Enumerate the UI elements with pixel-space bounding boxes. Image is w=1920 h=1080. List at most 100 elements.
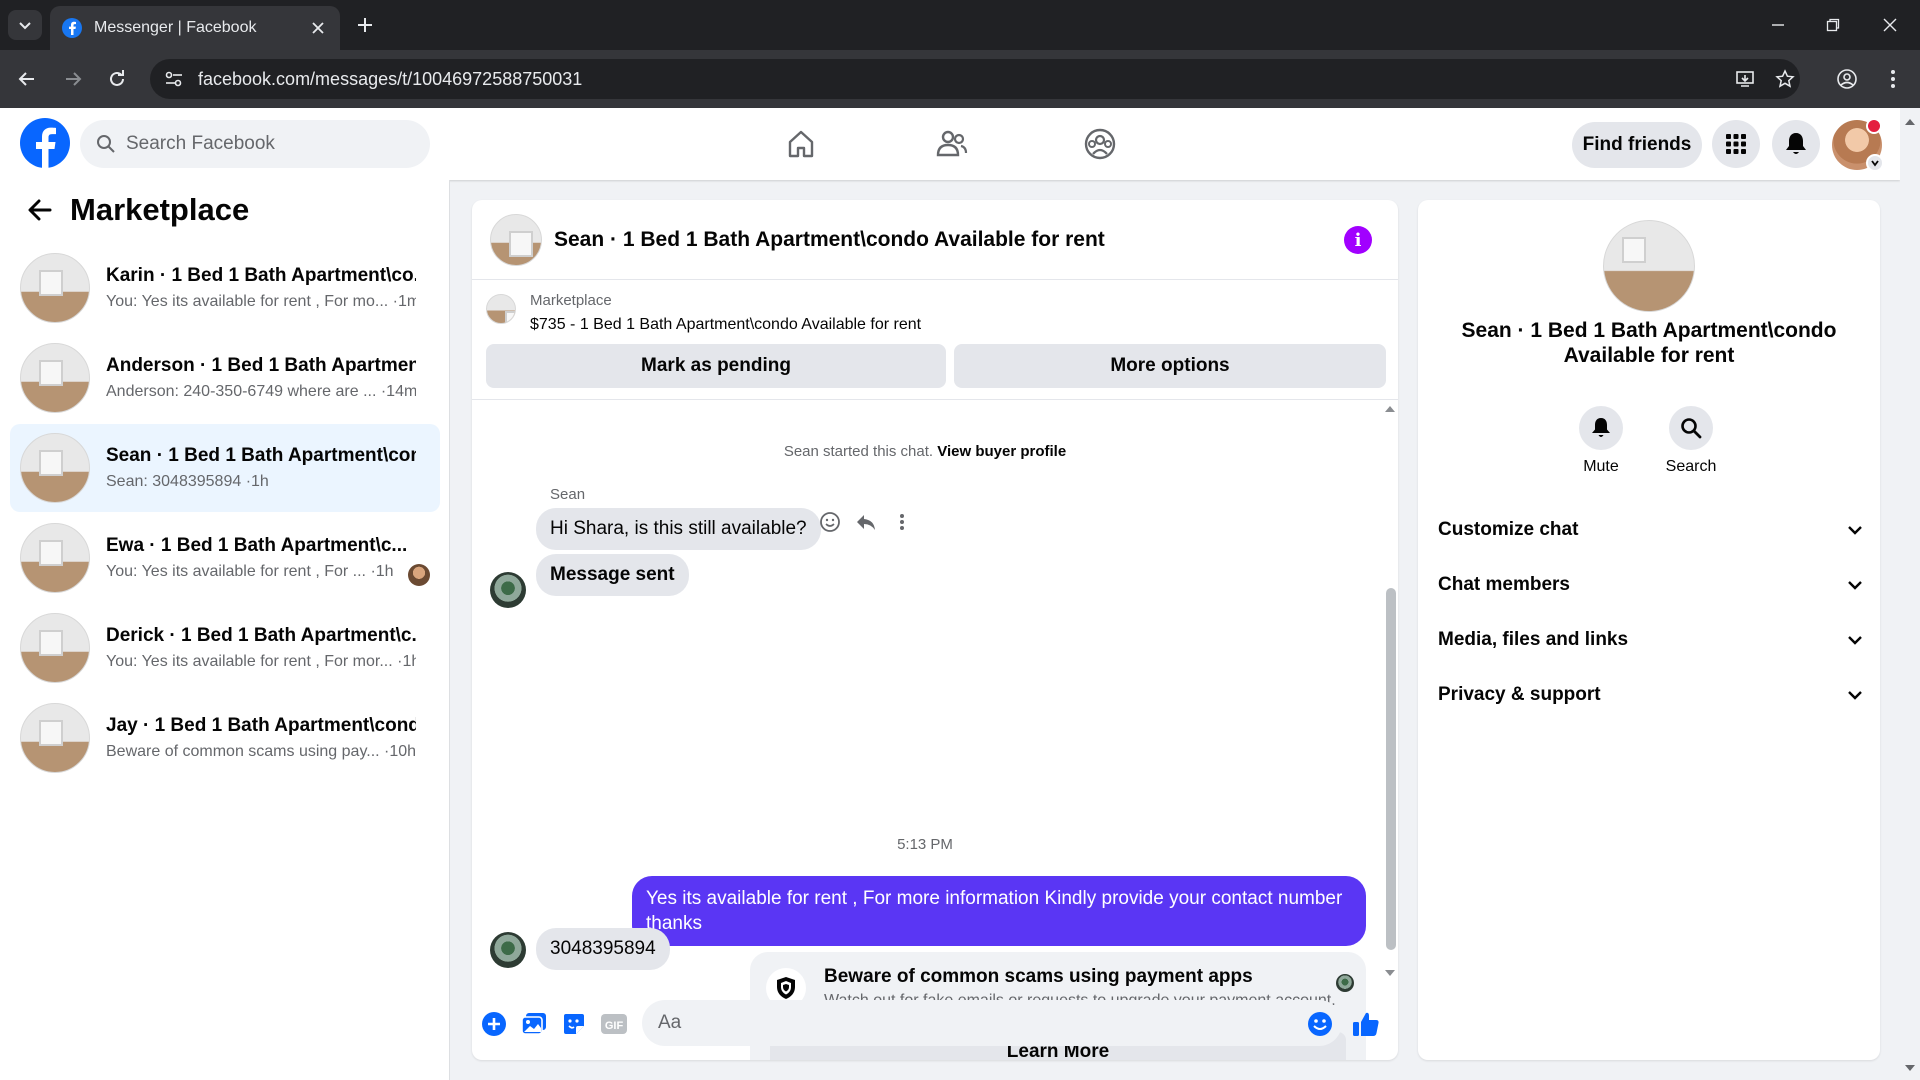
- section-customize-chat[interactable]: Customize chat: [1428, 505, 1870, 555]
- search-icon: [97, 135, 115, 153]
- browser-menu-icon[interactable]: [1878, 59, 1908, 99]
- notification-dot: [1866, 118, 1882, 134]
- reply-icon[interactable]: [854, 510, 878, 534]
- emoji-icon[interactable]: [1306, 1010, 1334, 1038]
- conversation-item[interactable]: Jay · 1 Bed 1 Bath Apartment\cond... Bew…: [10, 694, 440, 782]
- sender-avatar[interactable]: [490, 932, 526, 968]
- listing-title[interactable]: $735 - 1 Bed 1 Bath Apartment\condo Avai…: [530, 316, 921, 334]
- site-settings-icon[interactable]: [164, 70, 184, 88]
- new-tab-button[interactable]: [352, 12, 378, 38]
- forward-button[interactable]: [58, 64, 88, 94]
- incoming-message[interactable]: 3048395894: [536, 928, 670, 970]
- sidebar-title: Marketplace: [70, 192, 250, 227]
- minimize-button[interactable]: [1758, 8, 1798, 42]
- section-chat-members[interactable]: Chat members: [1428, 560, 1870, 610]
- arrow-left-icon: [28, 199, 52, 221]
- home-nav-icon[interactable]: [779, 122, 823, 166]
- info-icon[interactable]: i: [1344, 226, 1372, 254]
- reload-icon: [110, 70, 124, 86]
- conversation-name: Derick · 1 Bed 1 Bath Apartment\c...: [106, 625, 416, 646]
- tab-title: Messenger | Facebook: [94, 19, 257, 36]
- incoming-message[interactable]: Message sent: [536, 554, 689, 596]
- message-scrollbar[interactable]: [1382, 400, 1398, 990]
- photo-icon[interactable]: [520, 1010, 548, 1038]
- gif-icon[interactable]: GIF: [600, 1010, 628, 1038]
- chat-thumbnail: [1603, 220, 1695, 312]
- back-button[interactable]: [12, 64, 42, 94]
- chat-thumbnail[interactable]: [490, 213, 542, 266]
- outgoing-message[interactable]: Yes its available for rent , For more in…: [632, 876, 1366, 946]
- scroll-down-arrow-icon[interactable]: [1382, 966, 1398, 980]
- chat-started-text: Sean started this chat.: [783, 443, 934, 460]
- back-button[interactable]: [20, 190, 60, 230]
- close-icon[interactable]: [308, 18, 328, 38]
- friends-nav-icon[interactable]: [930, 122, 974, 166]
- search-icon[interactable]: [1669, 406, 1713, 450]
- conversation-item[interactable]: Derick · 1 Bed 1 Bath Apartment\c... You…: [10, 604, 440, 692]
- section-privacy-support[interactable]: Privacy & support: [1428, 670, 1870, 720]
- incoming-message[interactable]: Hi Shara, is this still available?: [536, 508, 821, 550]
- find-friends-button[interactable]: Find friends: [1572, 122, 1702, 168]
- conversation-name: Jay · 1 Bed 1 Bath Apartment\cond...: [106, 715, 416, 736]
- browser-tab-bar: Messenger | Facebook: [0, 0, 1920, 50]
- conversation-snippet: You: Yes its available for rent , For mo…: [106, 653, 416, 670]
- restore-button[interactable]: [1813, 8, 1853, 42]
- scrollbar-thumb[interactable]: [1386, 588, 1396, 950]
- conversation-item-active[interactable]: Sean · 1 Bed 1 Bath Apartment\con... Sea…: [10, 424, 440, 512]
- browser-profile-icon[interactable]: [1832, 59, 1862, 99]
- url-text: facebook.com/messages/t/1004697258875003…: [198, 68, 583, 89]
- bookmark-star-icon[interactable]: [1770, 59, 1800, 99]
- conversation-item[interactable]: Anderson · 1 Bed 1 Bath Apartmen... Ande…: [10, 334, 440, 422]
- listing-thumbnail: [20, 523, 90, 593]
- scroll-down-arrow-icon[interactable]: [1900, 1058, 1920, 1078]
- conversation-name: Anderson · 1 Bed 1 Bath Apartmen...: [106, 355, 416, 376]
- mark-as-pending-button[interactable]: Mark as pending: [486, 344, 946, 388]
- arrow-right-icon: [66, 72, 82, 86]
- bell-icon[interactable]: [1579, 406, 1623, 450]
- section-label: Privacy & support: [1438, 684, 1601, 705]
- view-buyer-profile-link[interactable]: View buyer profile: [937, 443, 1066, 460]
- chat-title[interactable]: Sean · 1 Bed 1 Bath Apartment\condo Avai…: [554, 228, 1105, 252]
- facebook-logo-icon[interactable]: [20, 118, 70, 168]
- message-composer: GIF: [472, 990, 1398, 1060]
- info-chat-name: Sean · 1 Bed 1 Bath Apartment\condo Avai…: [1461, 319, 1837, 367]
- like-thumbs-up-icon[interactable]: [1352, 1010, 1380, 1038]
- tab-list-button[interactable]: [8, 10, 42, 40]
- more-options-button[interactable]: More options: [954, 344, 1386, 388]
- plus-icon: [358, 18, 372, 32]
- chevron-down-icon[interactable]: [1866, 154, 1884, 172]
- conversation-snippet: Beware of common scams using pay... ·10h: [106, 743, 416, 760]
- sender-avatar[interactable]: [490, 572, 526, 608]
- groups-nav-icon[interactable]: [1078, 122, 1122, 166]
- address-bar[interactable]: facebook.com/messages/t/1004697258875003…: [150, 59, 1800, 99]
- search-input[interactable]: [126, 133, 406, 155]
- reload-button[interactable]: [102, 64, 132, 94]
- notifications-button[interactable]: [1772, 120, 1820, 168]
- sticker-icon[interactable]: [560, 1010, 588, 1038]
- listing-thumbnail: [20, 343, 90, 413]
- scroll-up-arrow-icon[interactable]: [1382, 402, 1398, 416]
- plus-circle-icon[interactable]: [480, 1010, 508, 1038]
- chevron-down-icon: [1840, 515, 1870, 545]
- conversation-name: Sean · 1 Bed 1 Bath Apartment\con...: [106, 445, 416, 466]
- scroll-up-arrow-icon[interactable]: [1900, 112, 1920, 132]
- react-emoji-icon[interactable]: [818, 510, 842, 534]
- install-app-icon[interactable]: [1730, 59, 1760, 99]
- menu-button[interactable]: [1712, 120, 1760, 168]
- section-media-files-links[interactable]: Media, files and links: [1428, 615, 1870, 665]
- mute-label: Mute: [1583, 458, 1619, 475]
- close-window-button[interactable]: [1870, 8, 1910, 42]
- minimize-icon: [1772, 24, 1784, 26]
- seen-avatar: [408, 564, 430, 586]
- conversation-item[interactable]: Karin · 1 Bed 1 Bath Apartment\co... You…: [10, 244, 440, 332]
- page-scrollbar[interactable]: [1900, 108, 1920, 1080]
- search-action[interactable]: Search: [1656, 406, 1726, 476]
- conversation-name: Ewa · 1 Bed 1 Bath Apartment\c...: [106, 535, 408, 556]
- facebook-search[interactable]: [80, 120, 430, 168]
- conversation-item[interactable]: Ewa · 1 Bed 1 Bath Apartment\c... You: Y…: [10, 514, 440, 602]
- conversation-snippet: Anderson: 240-350-6749 where are ... ·14…: [106, 383, 416, 400]
- mute-action[interactable]: Mute: [1566, 406, 1636, 476]
- browser-tab[interactable]: Messenger | Facebook: [50, 6, 340, 50]
- more-actions-icon[interactable]: [890, 510, 914, 534]
- message-input[interactable]: [642, 1000, 1342, 1046]
